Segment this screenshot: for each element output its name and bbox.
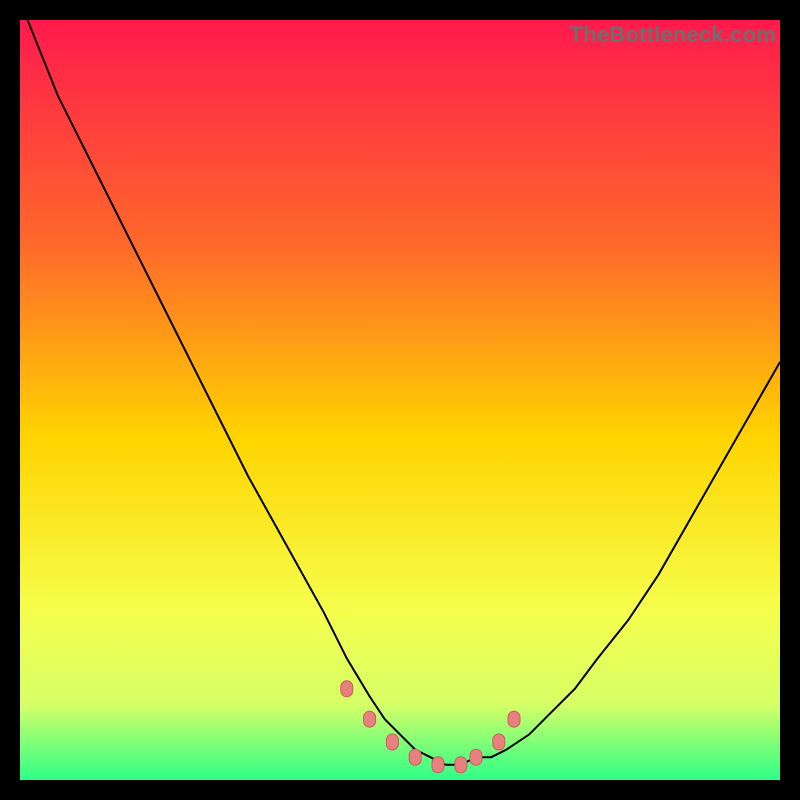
bottleneck-chart [20,20,780,780]
marker-point [432,757,444,773]
marker-point [508,711,520,727]
marker-point [341,681,353,697]
marker-point [493,734,505,750]
chart-frame: TheBottleneck.com [20,20,780,780]
marker-point [364,711,376,727]
marker-point [455,757,467,773]
watermark-text: TheBottleneck.com [570,22,776,48]
marker-point [409,749,421,765]
marker-point [386,734,398,750]
plot-area: TheBottleneck.com [20,20,780,780]
marker-point [470,749,482,765]
gradient-background [20,20,780,780]
